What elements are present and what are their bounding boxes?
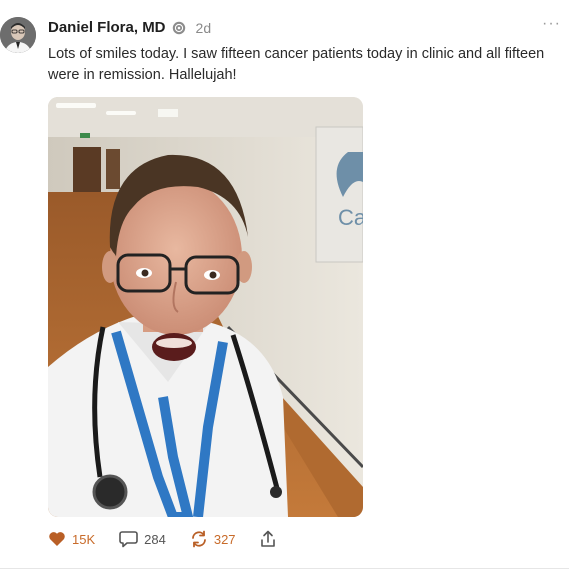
divider — [0, 568, 569, 569]
restack-button[interactable]: 327 — [190, 530, 236, 548]
like-count: 15K — [72, 531, 96, 547]
share-button[interactable] — [260, 530, 276, 548]
comment-icon — [119, 530, 138, 548]
restack-count: 327 — [213, 531, 236, 547]
svg-text:Ca: Ca — [338, 205, 363, 230]
post-text: Lots of smiles today. I saw fifteen canc… — [48, 46, 545, 83]
like-button[interactable]: 15K — [48, 531, 95, 547]
post-header: Daniel Flora, MD 2d — [48, 19, 211, 36]
comment-button[interactable]: 284 — [119, 530, 166, 548]
action-bar: 15K 284 327 — [48, 530, 300, 548]
comment-count: 284 — [144, 531, 166, 547]
restack-icon — [190, 530, 208, 548]
verified-badge-icon — [172, 21, 186, 35]
author-name[interactable]: Daniel Flora, MD — [48, 19, 166, 36]
more-options-icon[interactable]: ··· — [542, 16, 561, 32]
post-image[interactable]: Ca — [48, 97, 363, 517]
post-time[interactable]: 2d — [196, 20, 212, 36]
post-card: Daniel Flora, MD 2d ··· Lots of smiles t… — [0, 0, 569, 573]
share-icon — [260, 530, 276, 548]
heart-icon — [48, 531, 66, 547]
avatar[interactable] — [0, 17, 36, 53]
